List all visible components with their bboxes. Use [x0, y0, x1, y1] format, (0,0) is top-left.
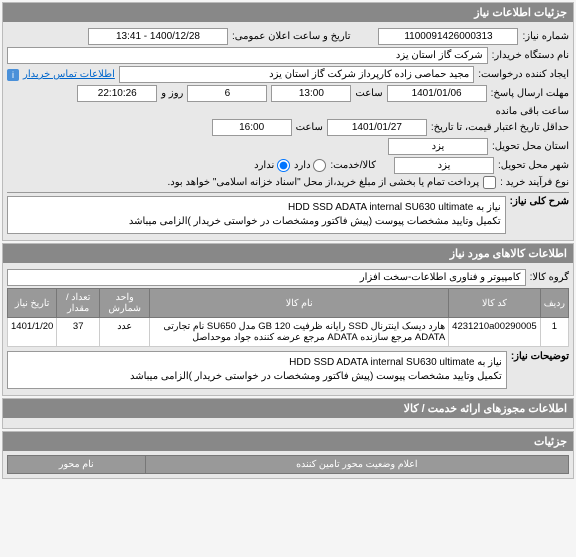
- need-details-panel: جزئیات اطلاعات نیاز شماره نیاز: 11000914…: [2, 2, 574, 241]
- remaining-label: ساعت باقی مانده: [496, 106, 569, 117]
- related-label: کالا/خدمت:: [330, 160, 376, 171]
- need-no-label: شماره نیاز:: [522, 31, 569, 42]
- cell-qty: 37: [57, 318, 100, 347]
- contact-link[interactable]: اطلاعات تماس خریدار: [23, 69, 115, 80]
- details-header: جزئیات: [3, 432, 573, 451]
- related-yes-radio[interactable]: [313, 159, 326, 172]
- need-no-value: 1100091426000313: [378, 28, 518, 45]
- permit-status-col: اعلام وضعیت محور تامین کننده: [145, 456, 568, 474]
- city-value: یزد: [394, 157, 494, 174]
- info-icon: i: [7, 69, 19, 81]
- items-panel: اطلاعات کالاهای مورد نیاز گروه کالا: کام…: [2, 243, 574, 396]
- permits-header: اطلاعات مجوزهای ارائه خدمت / کالا: [3, 399, 573, 418]
- deadline-remain: 22:10:26: [77, 85, 157, 102]
- pub-dt-label: تاریخ و ساعت اعلان عمومی:: [232, 31, 351, 42]
- more-desc-box: نیاز به HDD SSD ADATA internal SU630 ult…: [7, 351, 507, 389]
- permit-name-col: نام محور: [8, 456, 146, 474]
- need-to-text: نیاز به: [476, 202, 501, 213]
- col-row: ردیف: [540, 289, 568, 318]
- cell-code: 4231210a00290005: [449, 318, 541, 347]
- related-no-option[interactable]: ندارد: [254, 159, 290, 172]
- items-table: ردیف کد کالا نام کالا واحد شمارش تعداد /…: [7, 288, 569, 347]
- col-name: نام کالا: [150, 289, 449, 318]
- more-need-to: نیاز به: [477, 357, 502, 368]
- purchase-type-checkbox[interactable]: [483, 176, 496, 189]
- credit-time: 16:00: [212, 119, 292, 136]
- table-row: 1 4231210a00290005 هارد دیسک اینترنال SS…: [8, 318, 569, 347]
- goods-group-label: گروه کالا:: [530, 272, 569, 283]
- time-label-1: ساعت: [355, 88, 382, 99]
- creator-label: ایجاد کننده درخواست:: [478, 69, 569, 80]
- more-desc-label: توضیحات نیاز:: [511, 351, 569, 362]
- credit-date: 1401/01/27: [327, 119, 427, 136]
- creator-value: مجید حماصی زاده کارپرداز شرکت گاز استان …: [119, 66, 474, 83]
- deadline-date: 1401/01/06: [387, 85, 487, 102]
- col-code: کد کالا: [449, 289, 541, 318]
- permits-panel: اطلاعات مجوزهای ارائه خدمت / کالا: [2, 398, 574, 429]
- more-body: تکمیل وتایید مشخصات پیوست (پیش فاکتور وم…: [130, 371, 502, 382]
- related-no-radio[interactable]: [277, 159, 290, 172]
- purchase-note: پرداخت تمام یا بخشی از مبلغ خرید،از محل …: [168, 177, 480, 188]
- buyer-org-value: شرکت گاز استان یزد: [7, 47, 488, 64]
- permits-table: اعلام وضعیت محور تامین کننده نام محور: [7, 455, 569, 474]
- city-label: شهر محل تحویل:: [498, 160, 569, 171]
- cell-name: هارد دیسک اینترنال SSD رایانه ظرفیت GB 1…: [150, 318, 449, 347]
- related-yes-option[interactable]: دارد: [294, 159, 326, 172]
- pub-dt-value: 1400/12/28 - 13:41: [88, 28, 228, 45]
- need-desc-label: شرح کلی نیاز:: [510, 196, 569, 207]
- time-label-2: ساعت: [296, 122, 323, 133]
- details-panel: جزئیات اعلام وضعیت محور تامین کننده نام …: [2, 431, 574, 479]
- table-header-row: ردیف کد کالا نام کالا واحد شمارش تعداد /…: [8, 289, 569, 318]
- deadline-time: 13:00: [271, 85, 351, 102]
- cell-date: 1401/1/20: [8, 318, 57, 347]
- cell-idx: 1: [540, 318, 568, 347]
- province-value: یزد: [388, 138, 488, 155]
- need-title-text: HDD SSD ADATA internal SU630 ultimate: [288, 202, 473, 213]
- purchase-type-label: نوع فرآیند خرید :: [500, 177, 569, 188]
- day-and-label: روز و: [161, 88, 183, 99]
- col-unit: واحد شمارش: [100, 289, 150, 318]
- col-qty: تعداد / مقدار: [57, 289, 100, 318]
- need-desc-box: نیاز به HDD SSD ADATA internal SU630 ult…: [7, 196, 506, 234]
- province-label: استان محل تحویل:: [492, 141, 569, 152]
- more-title: HDD SSD ADATA internal SU630 ultimate: [289, 357, 474, 368]
- deadline-label: مهلت ارسال پاسخ:: [491, 88, 569, 99]
- deadline-days: 6: [187, 85, 267, 102]
- cell-unit: عدد: [100, 318, 150, 347]
- col-date: تاریخ نیاز: [8, 289, 57, 318]
- need-body-text: تکمیل وتایید مشخصات پیوست (پیش فاکتور وم…: [129, 216, 501, 227]
- main-header: جزئیات اطلاعات نیاز: [3, 3, 573, 22]
- buyer-org-label: نام دستگاه خریدار:: [492, 50, 569, 61]
- items-header: اطلاعات کالاهای مورد نیاز: [3, 244, 573, 263]
- goods-group-value: کامپیوتر و فناوری اطلاعات-سخت افزار: [7, 269, 526, 286]
- credit-label: حداقل تاریخ اعتبار قیمت، تا تاریخ:: [431, 122, 569, 133]
